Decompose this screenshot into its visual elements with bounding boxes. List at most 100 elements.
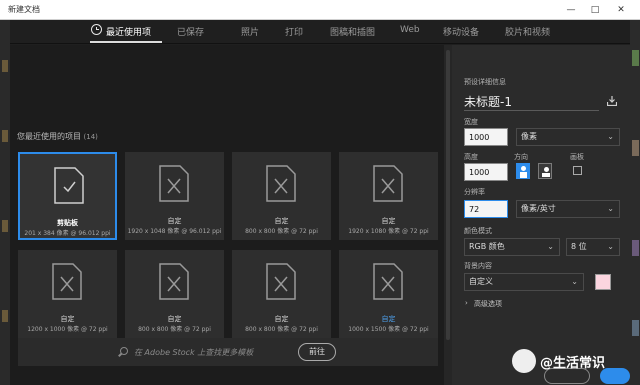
color-mode-select[interactable]: RGB 颜色 ⌄ (464, 238, 560, 256)
recent-card-custom[interactable]: 自定 800 x 800 像素 @ 72 ppi (232, 250, 331, 338)
card-dimensions: 201 x 384 像素 @ 96.012 ppi (24, 230, 111, 237)
custom-doc-icon (159, 165, 189, 202)
preset-details-panel: 预设详细信息 未标题-1 宽度 1000 像素 ⌄ 高度 1000 方向 画板 … (452, 45, 630, 385)
recent-items-area: 您最近使用的项目 (14) 剪贴板 201 x 384 像素 @ 96.012 … (10, 45, 444, 385)
width-unit-select[interactable]: 像素 ⌄ (516, 128, 620, 146)
card-name: 剪贴板 (57, 219, 78, 227)
window-title: 新建文档 (8, 5, 40, 14)
recent-card-custom[interactable]: 自定 800 x 800 像素 @ 72 ppi (125, 250, 224, 338)
landscape-icon-body (542, 173, 550, 177)
card-dimensions: 1200 x 1000 像素 @ 72 ppi (27, 326, 108, 333)
recent-card-custom[interactable]: 自定 1200 x 1000 像素 @ 72 ppi (18, 250, 117, 338)
adobe-stock-search-bar: 在 Adobe Stock 上查找更多模板 前往 (18, 338, 438, 366)
color-mode-label: 颜色模式 (464, 227, 492, 235)
tab-film-video[interactable]: 胶片和视频 (505, 25, 550, 38)
portrait-icon (521, 166, 526, 171)
recent-card-custom[interactable]: 自定 800 x 800 像素 @ 72 ppi (232, 152, 331, 240)
recent-count: (14) (83, 133, 98, 141)
tab-photo[interactable]: 照片 (241, 25, 259, 38)
card-name: 自定 (381, 217, 396, 225)
custom-doc-icon (159, 263, 189, 300)
background-window-right (630, 20, 640, 385)
bg-strip (2, 220, 8, 232)
window-titlebar: 新建文档 — □ ✕ (0, 0, 640, 20)
tab-print[interactable]: 打印 (285, 25, 303, 38)
landscape-orientation-button[interactable] (538, 163, 552, 179)
bg-strip (632, 50, 639, 66)
chevron-down-icon: ⌄ (607, 242, 614, 251)
close-button[interactable]: ✕ (610, 0, 632, 20)
resolution-unit-select[interactable]: 像素/英寸 ⌄ (516, 200, 620, 218)
resolution-input[interactable]: 72 (464, 200, 508, 218)
background-label: 背景内容 (464, 262, 492, 270)
background-value: 自定义 (469, 277, 493, 286)
width-input[interactable]: 1000 (464, 128, 508, 146)
save-preset-icon[interactable] (607, 96, 617, 106)
card-name: 自定 (274, 217, 289, 225)
active-tab-indicator (90, 41, 162, 43)
card-name: 自定 (167, 315, 182, 323)
custom-doc-icon (373, 165, 403, 202)
background-color-swatch[interactable] (595, 274, 611, 290)
card-dimensions: 1000 x 1500 像素 @ 72 ppi (348, 326, 429, 333)
card-dimensions: 800 x 800 像素 @ 72 ppi (245, 326, 318, 333)
landscape-icon (544, 167, 549, 172)
background-window-left (0, 20, 10, 385)
chevron-down-icon: ⌄ (571, 277, 578, 286)
recent-card-custom[interactable]: 自定 1920 x 1080 像素 @ 72 ppi (339, 152, 438, 240)
card-dimensions: 800 x 800 像素 @ 72 ppi (138, 326, 211, 333)
custom-doc-icon (373, 263, 403, 300)
new-document-dialog: 最近使用项 已保存 照片 打印 图稿和插图 Web 移动设备 胶片和视频 您最近… (10, 20, 630, 385)
custom-doc-icon (266, 165, 296, 202)
bg-strip (2, 130, 8, 142)
width-label: 宽度 (464, 118, 478, 126)
bg-strip (632, 320, 639, 336)
minimize-button[interactable]: — (560, 0, 582, 20)
tab-web[interactable]: Web (400, 25, 420, 35)
portrait-icon-body (520, 172, 527, 178)
recent-title-text: 您最近使用的项目 (17, 132, 81, 141)
advanced-options-toggle[interactable]: 高级选项 (474, 299, 502, 309)
artboard-checkbox[interactable] (573, 166, 582, 175)
portrait-orientation-button[interactable] (516, 163, 530, 179)
height-input[interactable]: 1000 (464, 163, 508, 181)
chevron-down-icon: ⌄ (547, 242, 554, 251)
bg-strip (632, 140, 639, 156)
card-dimensions: 800 x 800 像素 @ 72 ppi (245, 228, 318, 235)
tab-recent[interactable]: 最近使用项 (106, 25, 151, 38)
orientation-label: 方向 (514, 153, 528, 161)
bg-strip (2, 60, 8, 72)
width-unit-value: 像素 (521, 132, 537, 141)
card-name: 自定 (274, 315, 289, 323)
tab-mobile[interactable]: 移动设备 (443, 25, 479, 38)
bit-depth-select[interactable]: 8 位 ⌄ (566, 238, 620, 256)
recent-card-custom[interactable]: 自定 1920 x 1048 像素 @ 96.012 ppi (125, 152, 224, 240)
watermark: @生活常识 (512, 346, 636, 376)
recent-card-custom[interactable]: 自定 1000 x 1500 像素 @ 72 ppi (339, 250, 438, 338)
chevron-right-icon: › (465, 299, 468, 307)
recent-section-title: 您最近使用的项目 (14) (17, 131, 98, 142)
background-select[interactable]: 自定义 ⌄ (464, 273, 584, 291)
search-icon (120, 347, 128, 355)
clipboard-doc-icon (54, 167, 84, 204)
document-name-field[interactable]: 未标题-1 (464, 93, 512, 110)
recent-card-clipboard[interactable]: 剪贴板 201 x 384 像素 @ 96.012 ppi (18, 152, 117, 240)
bg-strip (632, 240, 639, 256)
resolution-unit-value: 像素/英寸 (521, 204, 556, 213)
tab-saved[interactable]: 已保存 (177, 25, 204, 38)
resolution-label: 分辨率 (464, 188, 485, 196)
stock-search-input[interactable]: 在 Adobe Stock 上查找更多模板 (134, 347, 253, 358)
maximize-button[interactable]: □ (584, 0, 606, 20)
card-dimensions: 1920 x 1048 像素 @ 96.012 ppi (127, 228, 222, 235)
scrollbar[interactable] (446, 50, 450, 340)
artboard-label: 画板 (570, 153, 584, 161)
height-label: 高度 (464, 153, 478, 161)
card-name: 自定 (60, 315, 75, 323)
custom-doc-icon (52, 263, 82, 300)
card-name: 自定 (167, 217, 182, 225)
chevron-down-icon: ⌄ (607, 204, 614, 213)
chevron-down-icon: ⌄ (607, 132, 614, 141)
bit-depth-value: 8 位 (571, 242, 587, 251)
go-button[interactable]: 前往 (298, 343, 336, 361)
tab-art-illustration[interactable]: 图稿和插图 (330, 25, 375, 38)
